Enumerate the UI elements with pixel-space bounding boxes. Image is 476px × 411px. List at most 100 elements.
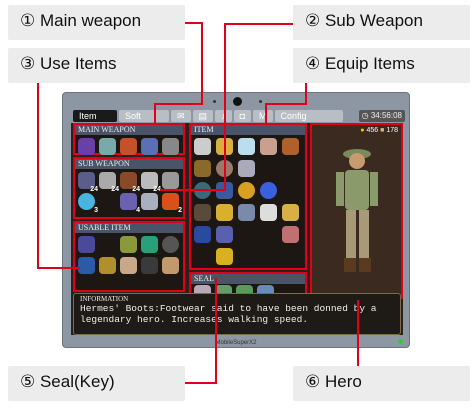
- weight-icon: ■: [380, 127, 385, 134]
- item-count: 3: [94, 207, 98, 214]
- empty-slot: [238, 226, 255, 243]
- callout-sub-weapon: ② Sub Weapon: [293, 5, 470, 40]
- tab-item[interactable]: Item: [73, 110, 117, 122]
- information-box: INFORMATION Hermes' Boots:Footwear said …: [73, 293, 401, 335]
- sword-icon[interactable]: [120, 138, 137, 155]
- pistol-icon[interactable]: 4: [120, 193, 140, 214]
- empty-slot: [282, 160, 299, 177]
- map-disc-icon[interactable]: [194, 182, 211, 199]
- orb-icon[interactable]: [260, 182, 277, 199]
- empty-slot: [260, 226, 277, 243]
- information-text: Hermes' Boots:Footwear said to have been…: [80, 303, 377, 325]
- axe-icon[interactable]: [141, 138, 158, 155]
- information-heading: INFORMATION: [80, 295, 129, 303]
- empty-slot: [282, 182, 299, 199]
- rolling-shuriken-icon[interactable]: 24: [99, 172, 119, 193]
- tab-map[interactable]: M: [253, 110, 273, 122]
- tab-mail[interactable]: ✉: [171, 110, 191, 122]
- whip-icon[interactable]: [78, 138, 95, 155]
- earth-spear-icon[interactable]: 24: [120, 172, 140, 193]
- knife-icon[interactable]: [99, 138, 116, 155]
- sensor-dot: [213, 100, 216, 103]
- hero-panel: ● 456 ■ 178: [310, 123, 403, 299]
- tab-memo[interactable]: ▤: [192, 110, 214, 122]
- crystal-icon[interactable]: [238, 138, 255, 155]
- flame-icon[interactable]: 2: [162, 193, 182, 214]
- glove-icon[interactable]: [282, 138, 299, 155]
- panel-title: USABLE ITEM: [75, 223, 183, 233]
- callout-hero: ⑥ Hero: [293, 366, 470, 401]
- doll-icon[interactable]: [120, 236, 137, 253]
- panel-title: ITEM: [191, 125, 305, 135]
- magatama-icon[interactable]: [141, 236, 158, 253]
- sub-weapon-panel: SUB WEAPON 24 24 24 24 3 4 2: [73, 157, 185, 219]
- empty-slot: [141, 257, 158, 274]
- power-led: [398, 339, 403, 344]
- tab-soft[interactable]: Soft: [119, 110, 169, 122]
- clock-value: 34:56:08: [370, 111, 402, 120]
- shell-icon[interactable]: [260, 138, 277, 155]
- tab-music[interactable]: ♪: [215, 110, 232, 122]
- item-panel: ITEM: [189, 123, 307, 270]
- chakram-icon[interactable]: 3: [78, 193, 98, 214]
- scroll-icon[interactable]: [216, 138, 233, 155]
- sensor-dot: [259, 100, 262, 103]
- lamp-of-time-icon[interactable]: [216, 248, 233, 265]
- figure-icon[interactable]: [162, 257, 179, 274]
- main-weapon-panel: MAIN WEAPON: [73, 123, 185, 155]
- empty-slot: [194, 248, 211, 265]
- game-screen: MAIN WEAPON SUB WEAPON 24 24 24 24 3 4 2…: [71, 123, 403, 335]
- shuriken-icon[interactable]: 24: [78, 172, 98, 193]
- grail-icon[interactable]: [194, 160, 211, 177]
- callout-seal: ⑤ Seal(Key): [8, 366, 185, 401]
- item-count: 24: [132, 186, 140, 193]
- callout-use-items: ③ Use Items: [8, 48, 185, 83]
- panel-title: MAIN WEAPON: [75, 125, 183, 135]
- play-time-clock: ◷ 34:56:08: [358, 110, 405, 122]
- empty-slot: [99, 236, 116, 253]
- panel-title: SUB WEAPON: [75, 159, 183, 169]
- item-count: 24: [90, 186, 98, 193]
- empty-slot: [99, 193, 116, 210]
- callout-main-weapon: ① Main weapon: [8, 5, 185, 40]
- bomb-icon[interactable]: [162, 172, 179, 189]
- necklace-icon[interactable]: [216, 160, 233, 177]
- seal-disc-icon[interactable]: [162, 236, 179, 253]
- coin-icon: ●: [360, 127, 365, 134]
- skull-mask-icon[interactable]: [120, 257, 137, 274]
- triangle-icon[interactable]: [216, 182, 233, 199]
- tab-camera[interactable]: ◘: [233, 110, 251, 122]
- item-count: 2: [178, 207, 182, 214]
- claw-icon[interactable]: [194, 204, 211, 221]
- lamp-icon[interactable]: [78, 257, 95, 274]
- shield-icon[interactable]: [141, 193, 158, 210]
- menu-tabs: Item Soft ✉ ▤ ♪ ◘ M Config: [73, 110, 403, 122]
- flare-icon[interactable]: 24: [141, 172, 161, 193]
- map-icon[interactable]: [282, 204, 299, 221]
- pot-icon[interactable]: [99, 257, 116, 274]
- item-count: 4: [136, 207, 140, 214]
- coin-count: 456: [366, 127, 379, 134]
- cross-icon[interactable]: [238, 160, 255, 177]
- hero-stats: ● 456 ■ 178: [312, 125, 401, 136]
- vessel-icon[interactable]: [78, 236, 95, 253]
- tab-config[interactable]: Config: [274, 110, 343, 122]
- ring-icon[interactable]: [238, 182, 255, 199]
- hero-figure: [336, 149, 378, 272]
- laptop-icon[interactable]: [194, 138, 211, 155]
- book-icon[interactable]: [194, 226, 211, 243]
- weight-count: 178: [386, 127, 398, 134]
- usable-item-panel: USABLE ITEM: [73, 221, 185, 292]
- device-label: MobileSuperX2: [215, 340, 257, 346]
- item-count: 24: [153, 186, 161, 193]
- katana-icon[interactable]: [162, 138, 179, 155]
- wing-icon[interactable]: [260, 204, 277, 221]
- empty-slot: [260, 160, 277, 177]
- feather-icon[interactable]: [216, 204, 233, 221]
- callout-equip-items: ④ Equip Items: [293, 48, 470, 83]
- device-frame: Item Soft ✉ ▤ ♪ ◘ M Config ◷ 34:56:08 MA…: [62, 92, 410, 348]
- scale-armor-icon[interactable]: [282, 226, 299, 243]
- item-count: 24: [111, 186, 119, 193]
- ocarina-icon[interactable]: [238, 204, 255, 221]
- hermes-boots-icon[interactable]: [216, 226, 233, 243]
